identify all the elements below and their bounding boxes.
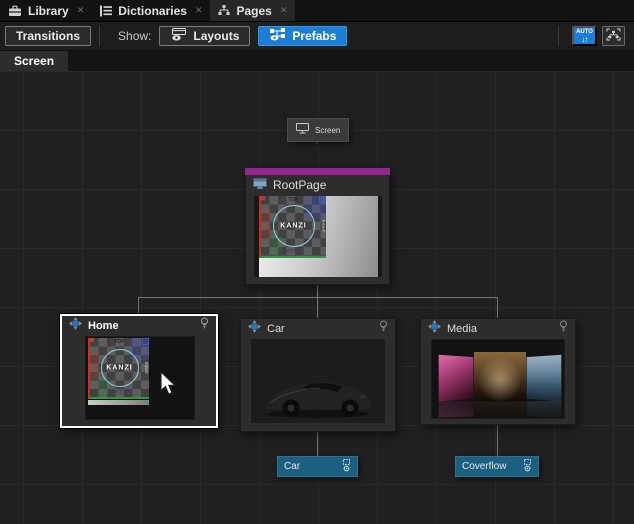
car-thumbnail <box>251 339 385 423</box>
tab-label: Library <box>28 4 69 18</box>
lightbulb-icon[interactable] <box>559 320 568 338</box>
rootpage-accent-bar <box>245 168 390 175</box>
rootpage-title: RootPage <box>273 178 326 192</box>
screen-viewport-tab[interactable]: Screen <box>0 51 68 71</box>
media-page-node[interactable]: Media <box>420 318 576 425</box>
coverflow-cover-right <box>527 355 562 402</box>
prefab-placeholder-icon <box>342 459 351 475</box>
connector-car-placeholder <box>317 432 318 456</box>
pattern-red-tint <box>261 210 271 238</box>
page-graph-canvas[interactable]: Screen RootPage TOP KANZI BOTTOM <box>0 71 634 524</box>
viewport-tab-strip: Screen <box>0 51 634 71</box>
pattern-top-label: TOP <box>261 197 326 203</box>
car-page-node[interactable]: Car <box>240 318 396 432</box>
page-icon <box>69 317 82 335</box>
list-icon <box>100 5 112 17</box>
pattern-right-label: RIGHT <box>144 361 149 373</box>
close-icon[interactable]: ✕ <box>195 5 203 16</box>
page-icon <box>248 320 261 338</box>
page-icon <box>428 320 441 338</box>
tab-label: Pages <box>236 4 271 18</box>
pattern-bottom-label: BOTTOM <box>90 390 149 396</box>
tab-pages[interactable]: Pages ✕ <box>210 0 295 21</box>
toolbar-right-tools: AUTO ↓↑ <box>550 26 629 46</box>
close-icon[interactable]: ✕ <box>280 5 288 16</box>
pattern-bottom-label: BOTTOM <box>261 249 326 255</box>
connector-to-car <box>317 297 318 318</box>
pattern-kanzi-label: KANZI <box>106 364 132 371</box>
prefabs-toggle-button[interactable]: Prefabs <box>258 26 347 46</box>
media-title: Media <box>447 323 477 335</box>
pattern-right-label: RIGHT <box>321 220 326 232</box>
coverflow-reflection <box>474 401 526 417</box>
lightbulb-icon[interactable] <box>200 317 209 335</box>
coverflow-reflection <box>527 401 562 418</box>
home-title: Home <box>88 320 119 332</box>
car-title: Car <box>267 323 285 335</box>
connector-to-home <box>138 297 139 314</box>
auto-arrows-icon: ↓↑ <box>582 35 588 44</box>
toolbar-separator <box>558 26 559 46</box>
screen-node-label: Screen <box>315 126 340 135</box>
kanzi-test-pattern: TOP KANZI BOTTOM RIGHT <box>88 338 149 399</box>
fit-tree-icon <box>606 28 621 44</box>
screen-node[interactable]: Screen <box>287 118 349 142</box>
auto-arrange-button[interactable]: AUTO ↓↑ <box>572 26 597 46</box>
pattern-base-strip <box>88 400 149 405</box>
toolbox-icon <box>8 5 22 17</box>
home-page-node[interactable]: Home TOP KANZI BOTTOM RIGHT <box>60 314 218 428</box>
toolbar: Transitions Show: Layouts Prefabs AUTO ↓… <box>0 22 634 51</box>
coverflow-reflection <box>439 401 474 418</box>
car-image <box>258 360 378 422</box>
coverflow-prefab-placeholder[interactable]: Coverflow <box>455 456 539 477</box>
placeholder-label: Car <box>284 461 300 472</box>
coverflow-cover-left <box>439 355 474 402</box>
connector-to-media <box>497 297 498 318</box>
transitions-label: Transitions <box>16 29 80 43</box>
pattern-red-tint <box>90 352 99 379</box>
home-header: Home <box>62 316 216 336</box>
tab-dictionaries[interactable]: Dictionaries ✕ <box>92 0 210 21</box>
placeholder-label: Coverflow <box>462 461 506 472</box>
rootpage-thumbnail: TOP KANZI BOTTOM RIGHT <box>254 196 382 277</box>
car-header: Car <box>241 319 395 339</box>
kanzi-test-pattern: TOP KANZI BOTTOM RIGHT <box>259 196 326 258</box>
pattern-kanzi-label: KANZI <box>280 223 306 230</box>
lightbulb-icon[interactable] <box>379 320 388 338</box>
prefabs-eye-icon <box>269 28 286 44</box>
media-header: Media <box>421 319 575 339</box>
connector-media-placeholder <box>497 425 498 456</box>
coverflow-cover-center <box>474 352 526 402</box>
tab-bar: Library ✕ Dictionaries ✕ Pages ✕ <box>0 0 634 22</box>
fit-to-view-button[interactable] <box>602 26 625 46</box>
connector-horizontal <box>138 297 498 298</box>
media-thumbnail <box>431 339 565 419</box>
pattern-top-label: TOP <box>90 339 149 345</box>
car-prefab-placeholder[interactable]: Car <box>277 456 358 477</box>
show-label: Show: <box>118 29 151 43</box>
tab-label: Dictionaries <box>118 4 187 18</box>
close-icon[interactable]: ✕ <box>77 5 85 16</box>
layouts-label: Layouts <box>193 29 239 43</box>
monitor-icon <box>296 121 309 139</box>
home-thumbnail: TOP KANZI BOTTOM RIGHT <box>85 336 195 420</box>
connector-root-down <box>317 285 318 297</box>
tree-icon <box>218 5 230 16</box>
prefabs-label: Prefabs <box>292 29 336 43</box>
tab-library[interactable]: Library ✕ <box>0 0 92 21</box>
layouts-toggle-button[interactable]: Layouts <box>159 26 250 46</box>
screen-tab-label: Screen <box>14 54 54 68</box>
rootpage-node[interactable]: RootPage TOP KANZI BOTTOM RIGHT <box>245 168 390 285</box>
toolbar-separator <box>99 26 100 46</box>
window-icon <box>253 176 267 194</box>
kanzi-pages-window: Library ✕ Dictionaries ✕ Pages ✕ Transit… <box>0 0 634 524</box>
rootpage-header: RootPage <box>246 175 389 195</box>
transitions-button[interactable]: Transitions <box>5 26 91 46</box>
layouts-eye-icon <box>170 28 187 44</box>
prefab-placeholder-icon <box>523 459 532 475</box>
